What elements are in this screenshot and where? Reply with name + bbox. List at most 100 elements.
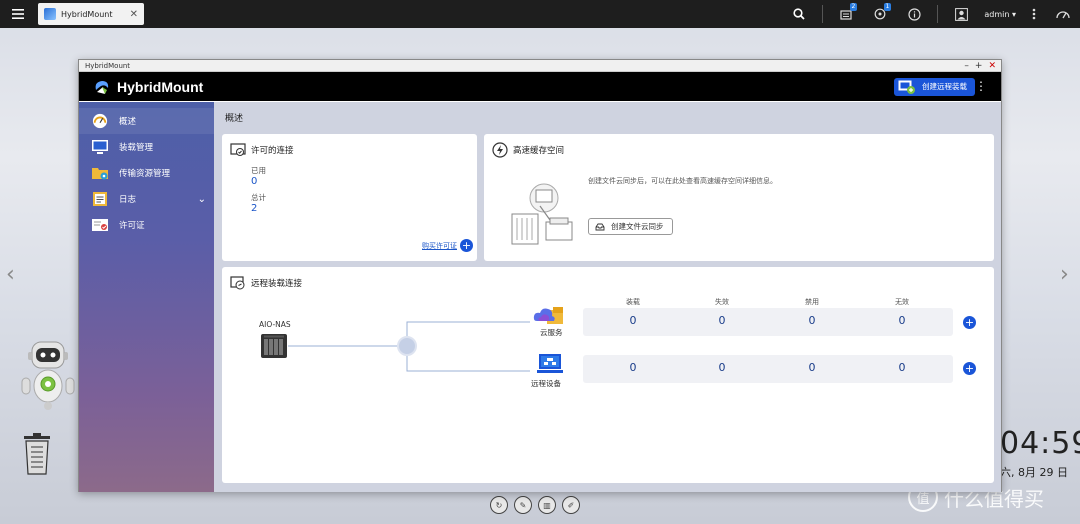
cloud-mounted-count: 0 xyxy=(629,314,637,327)
device-invalid-count: 0 xyxy=(898,361,906,374)
user-menu[interactable]: admin ▾ xyxy=(978,10,1022,19)
desktop-dock: ↻ ✎ ▥ ✐ xyxy=(490,496,580,514)
folder-gear-icon xyxy=(92,168,108,180)
log-icon xyxy=(93,192,107,206)
card-title: 高速缓存空间 xyxy=(513,146,565,156)
sidebar-item-label: 装载管理 xyxy=(119,143,154,153)
total-label: 总计 xyxy=(251,193,266,202)
device-disabled-count: 0 xyxy=(808,361,816,374)
device-mounted-count: 0 xyxy=(629,361,637,374)
remote-mount-icon xyxy=(898,80,915,94)
sidebar-item-label: 日志 xyxy=(119,195,137,205)
license-certificate-icon xyxy=(230,143,246,156)
more-vertical-icon[interactable]: ⋮ xyxy=(975,79,987,93)
add-cloud-service-button[interactable]: + xyxy=(963,316,976,329)
background-tasks-button[interactable]: 2 xyxy=(829,0,863,28)
recycle-bin-icon[interactable] xyxy=(20,432,54,476)
inbox-icon xyxy=(595,223,605,230)
options-button[interactable] xyxy=(1022,0,1046,28)
connection-hub-icon xyxy=(397,336,417,356)
user-icon xyxy=(954,7,968,21)
sidebar-item-label: 许可证 xyxy=(119,221,145,231)
add-remote-device-button[interactable]: + xyxy=(963,362,976,375)
notifications-badge: 1 xyxy=(883,3,892,11)
tasks-badge: 2 xyxy=(849,3,858,11)
create-file-cloud-sync-label: 创建文件云同步 xyxy=(611,222,664,231)
window-titlebar[interactable]: HybridMount – + ✕ xyxy=(79,60,1001,72)
close-icon[interactable]: ✕ xyxy=(130,9,138,20)
external-devices-button[interactable]: 1 xyxy=(863,0,897,28)
cloud-service-label: 云服务 xyxy=(540,328,563,337)
main-menu-button[interactable] xyxy=(0,0,36,28)
taskbar-tab-label: HybridMount xyxy=(61,9,113,19)
search-button[interactable] xyxy=(782,0,816,28)
column-header-mounted: 装载 xyxy=(626,298,640,306)
dock-button-tools[interactable]: ✎ xyxy=(514,496,532,514)
cloud-disabled-count: 0 xyxy=(808,314,816,327)
dock-button-edit[interactable]: ✐ xyxy=(562,496,580,514)
cache-description: 创建文件云同步后，可以在此处查看高速缓存空间详细信息。 xyxy=(588,177,777,185)
desktop-next-arrow[interactable]: › xyxy=(1060,262,1069,287)
card-title: 远程装载连接 xyxy=(251,279,303,289)
total-value: 2 xyxy=(251,203,258,214)
column-header-disabled: 禁用 xyxy=(805,298,819,306)
desktop-prev-arrow[interactable]: ‹ xyxy=(6,262,15,287)
create-file-cloud-sync-button[interactable]: 创建文件云同步 xyxy=(588,218,673,235)
nas-label: AIO-NAS xyxy=(259,320,291,329)
desktop-date: 六, 8月 29 日 xyxy=(1000,466,1068,479)
sidebar-item-label: 概述 xyxy=(119,117,137,127)
app-header: HybridMount 创建远程装载 ⋮ xyxy=(79,72,1001,101)
divider xyxy=(937,5,939,23)
sidebar-item-transfer-resources[interactable]: 传输资源管理 xyxy=(79,160,214,186)
info-button[interactable] xyxy=(897,0,931,28)
device-failed-count: 0 xyxy=(718,361,726,374)
monitor-icon xyxy=(92,140,108,154)
assistant-robot-icon[interactable] xyxy=(18,340,78,412)
cloud-service-icon xyxy=(533,307,563,324)
gauge-icon xyxy=(92,113,108,129)
dashboard-button[interactable] xyxy=(1046,0,1080,28)
close-button[interactable]: ✕ xyxy=(988,61,996,71)
purchase-license-link[interactable]: 购买许可证 xyxy=(422,241,457,251)
create-remote-mount-button[interactable]: 创建远程装载 xyxy=(894,77,975,96)
cloud-failed-count: 0 xyxy=(718,314,726,327)
license-icon xyxy=(92,219,108,231)
taskbar-tab-hybridmount[interactable]: HybridMount ✕ xyxy=(38,3,144,25)
cloud-service-stats-row: 0 0 0 0 xyxy=(583,308,953,336)
remote-device-stats-row: 0 0 0 0 xyxy=(583,355,953,383)
remote-device-label: 远程设备 xyxy=(531,379,561,388)
grid-icon: ▥ xyxy=(543,500,551,510)
sidebar-item-overview[interactable]: 概述 xyxy=(79,108,214,134)
cache-space-card: 高速缓存空间 创建文件云同步后，可以在此处查看高速缓存空间详细信息。 创建文件云… xyxy=(484,134,994,261)
used-label: 已用 xyxy=(251,166,266,175)
sidebar: 概述 装载管理 传输资源管理 日志 ⌄ 许可证 xyxy=(79,102,214,492)
hamburger-icon xyxy=(12,9,24,19)
remote-mount-connections-card: 远程装载连接 AIO-NAS 云服务 远程设备 装载 失效 禁用 无效 0 0 … xyxy=(222,267,994,483)
nas-device-icon xyxy=(261,334,287,358)
licensed-connections-card: 许可的连接 已用 0 总计 2 购买许可证 + xyxy=(222,134,477,261)
minimize-button[interactable]: – xyxy=(964,61,969,71)
column-header-failed: 失效 xyxy=(715,298,729,306)
sidebar-item-label: 传输资源管理 xyxy=(119,169,171,179)
hybridmount-window: HybridMount – + ✕ HybridMount 创建远程装载 ⋮ 概… xyxy=(78,59,1002,492)
hybridmount-app-icon xyxy=(44,8,56,20)
dock-button-refresh[interactable]: ↻ xyxy=(490,496,508,514)
create-remote-mount-label: 创建远程装载 xyxy=(922,82,967,91)
more-vertical-icon xyxy=(1032,8,1036,20)
desktop-clock: 04:59 xyxy=(1000,426,1080,461)
sidebar-item-mount-management[interactable]: 装载管理 xyxy=(79,134,214,160)
cloud-invalid-count: 0 xyxy=(898,314,906,327)
chevron-down-icon[interactable]: ⌄ xyxy=(198,194,206,205)
add-license-button[interactable]: + xyxy=(460,239,473,252)
info-icon xyxy=(908,7,921,21)
maximize-button[interactable]: + xyxy=(975,61,983,71)
sidebar-item-logs[interactable]: 日志 ⌄ xyxy=(79,186,214,212)
cache-illustration-icon xyxy=(511,183,573,245)
hybridmount-logo-icon xyxy=(95,80,109,94)
app-title: HybridMount xyxy=(117,78,204,95)
sidebar-item-license[interactable]: 许可证 xyxy=(79,212,214,238)
used-value: 0 xyxy=(251,176,258,187)
refresh-icon: ↻ xyxy=(495,500,503,510)
user-avatar-button[interactable] xyxy=(944,0,978,28)
dock-button-apps[interactable]: ▥ xyxy=(538,496,556,514)
